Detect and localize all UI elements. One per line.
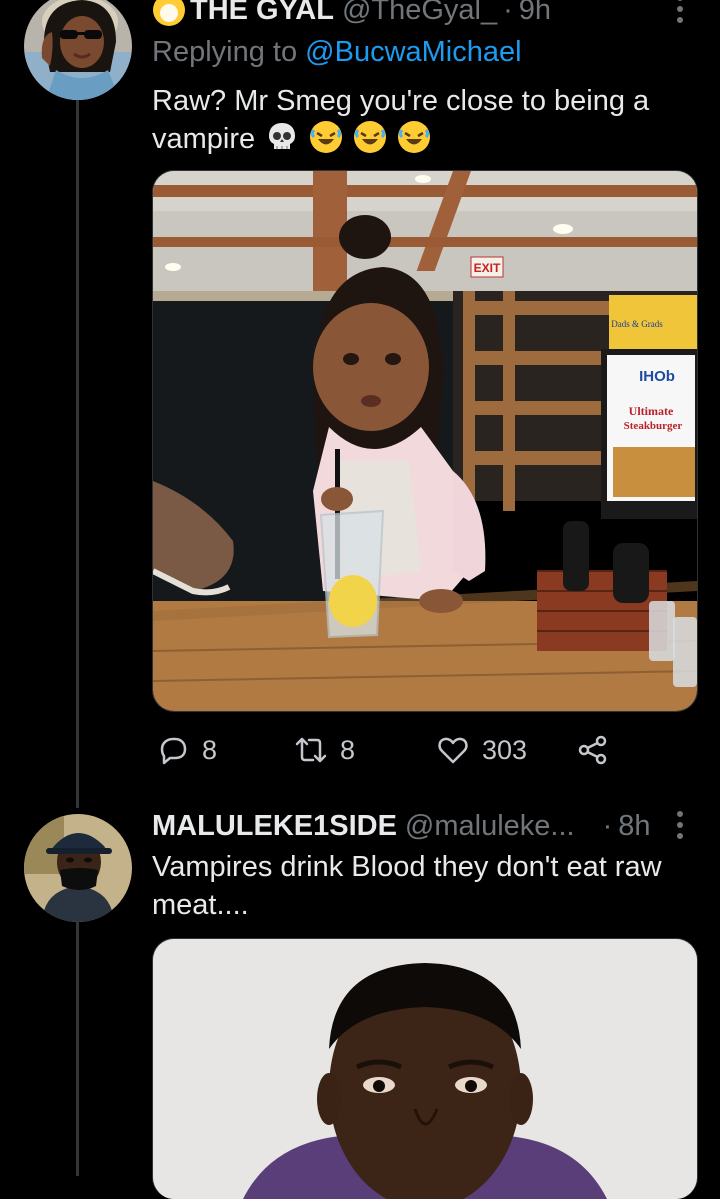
retweet-count: 8	[340, 734, 356, 765]
timestamp[interactable]: 8h	[618, 810, 650, 843]
tweet-photo[interactable]	[152, 938, 698, 1199]
thread-line-upper	[76, 100, 79, 808]
rofl-emoji-icon	[309, 120, 343, 154]
thread-line-lower	[76, 920, 79, 1176]
avatar-thegyal[interactable]	[24, 0, 132, 100]
user-handle[interactable]: @maluleke...	[405, 810, 575, 843]
more-options-icon[interactable]	[666, 808, 694, 844]
promo-brand-text: IHOb	[639, 368, 675, 385]
display-name[interactable]: THE GYAL	[190, 0, 334, 27]
tweet-text: Raw? Mr Smeg you're close to being a vam…	[152, 82, 690, 158]
restaurant-photo: EXIT Dads & Grads IHOb Ultimate Steakbur…	[153, 171, 697, 711]
tweet-header: MALULEKE1SIDE @maluleke... · 8h	[152, 808, 696, 844]
display-name[interactable]: MALULEKE1SIDE	[152, 810, 397, 843]
tweet-photo[interactable]: EXIT Dads & Grads IHOb Ultimate Steakbur…	[152, 170, 698, 712]
like-button[interactable]: 303	[436, 730, 527, 770]
reply-icon	[160, 737, 187, 765]
tweet-header: THE GYAL @TheGyal_ · 9h	[152, 0, 696, 28]
portrait-photo	[153, 939, 697, 1199]
replying-to-label: Replying to	[152, 36, 298, 68]
promo-box-text: Dads & Grads	[611, 319, 663, 329]
share-icon	[578, 735, 607, 765]
rofl-emoji-icon	[353, 120, 387, 154]
reply-button[interactable]: 8	[156, 730, 217, 770]
replying-to-line: Replying to @BucwaMichael	[152, 36, 522, 69]
avatar-image	[24, 814, 132, 922]
tweet-text: Vampires drink Blood they don't eat raw …	[152, 851, 662, 921]
like-count: 303	[482, 734, 528, 765]
promo-line2-text: Steakburger	[624, 420, 683, 432]
promo-line1-text: Ultimate	[629, 404, 674, 418]
exit-sign-text: EXIT	[474, 261, 501, 275]
user-handle[interactable]: @TheGyal_	[342, 0, 497, 27]
share-button[interactable]	[576, 730, 610, 770]
avatar-maluleke1side[interactable]	[24, 814, 132, 922]
retweet-button[interactable]: 8	[294, 730, 355, 770]
heart-icon	[438, 737, 468, 764]
rofl-emoji-icon	[397, 120, 431, 154]
avatar-image	[24, 0, 132, 100]
reply-count: 8	[202, 734, 218, 765]
reply-mention-link[interactable]: @BucwaMichael	[305, 36, 521, 68]
retweet-icon	[295, 737, 327, 763]
timestamp[interactable]: 9h	[519, 0, 551, 27]
heart-eyes-emoji-icon	[152, 0, 186, 27]
separator-dot: ·	[602, 809, 613, 842]
tweet-actions: 8 8 303	[152, 730, 672, 770]
skull-emoji-icon	[265, 120, 299, 154]
separator-dot: ·	[503, 0, 513, 26]
more-options-icon[interactable]	[666, 0, 694, 28]
